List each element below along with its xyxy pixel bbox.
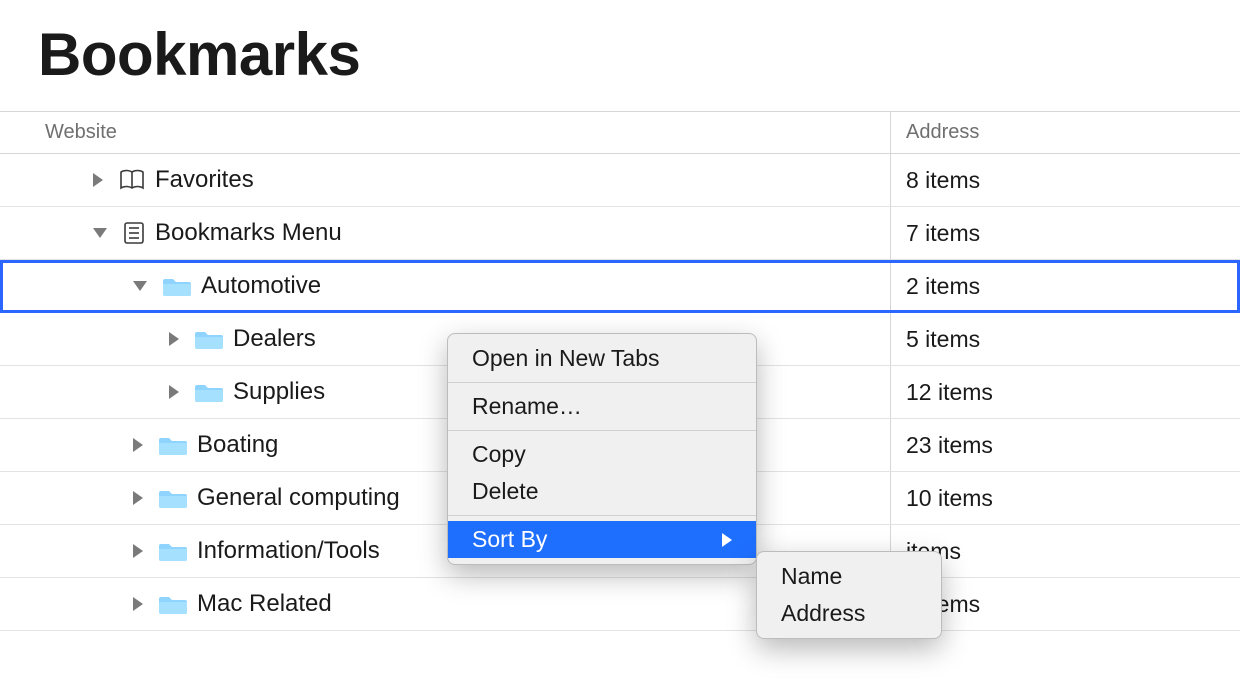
- column-header-address[interactable]: Address: [890, 112, 1240, 153]
- menu-item-label: Copy: [472, 441, 526, 468]
- disclosure-triangle-icon[interactable]: [93, 173, 103, 187]
- disclosure-triangle-icon[interactable]: [169, 385, 179, 399]
- menu-separator: [448, 515, 756, 516]
- folder-icon: [195, 328, 223, 350]
- table-header: Website Address: [0, 112, 1240, 154]
- menu-item[interactable]: Delete: [448, 473, 756, 510]
- book-icon: [119, 169, 145, 191]
- menu-item[interactable]: Copy: [448, 436, 756, 473]
- row-label: General computing: [197, 484, 400, 512]
- disclosure-triangle-icon[interactable]: [133, 491, 143, 505]
- menu-item[interactable]: Rename…: [448, 388, 756, 425]
- folder-icon: [159, 487, 187, 509]
- disclosure-triangle-icon[interactable]: [93, 228, 107, 238]
- row-count: 2 items: [890, 260, 1240, 312]
- column-header-website[interactable]: Website: [0, 112, 890, 153]
- menu-item-label: Delete: [472, 478, 538, 505]
- folder-icon: [163, 275, 191, 297]
- menu-item-label: Address: [781, 600, 865, 627]
- disclosure-triangle-icon[interactable]: [133, 281, 147, 291]
- row-label: Favorites: [155, 166, 254, 194]
- context-menu[interactable]: Open in New Tabs Rename… Copy Delete Sort By: [447, 333, 757, 565]
- table-row[interactable]: Favorites 8 items: [0, 154, 1240, 207]
- menu-item-label: Open in New Tabs: [472, 345, 660, 372]
- menu-separator: [448, 382, 756, 383]
- table-row[interactable]: Bookmarks Menu 7 items: [0, 207, 1240, 260]
- row-count: 10 items: [890, 472, 1240, 524]
- row-count: 7 items: [890, 207, 1240, 259]
- row-label: Boating: [197, 431, 278, 459]
- list-icon: [123, 221, 145, 245]
- context-submenu-sortby[interactable]: Name Address: [756, 551, 942, 639]
- menu-separator: [448, 430, 756, 431]
- disclosure-triangle-icon[interactable]: [133, 597, 143, 611]
- row-count: 23 items: [890, 419, 1240, 471]
- row-count: 5 items: [890, 313, 1240, 365]
- submenu-arrow-icon: [722, 533, 732, 547]
- row-label: Supplies: [233, 378, 325, 406]
- row-label: Automotive: [201, 272, 321, 300]
- page-title: Bookmarks: [38, 20, 1240, 89]
- row-label: Bookmarks Menu: [155, 219, 342, 247]
- menu-item[interactable]: Address: [757, 595, 941, 632]
- row-count: items: [890, 525, 1240, 577]
- row-label: Mac Related: [197, 590, 332, 618]
- menu-item-label: Name: [781, 563, 842, 590]
- disclosure-triangle-icon[interactable]: [133, 544, 143, 558]
- disclosure-triangle-icon[interactable]: [133, 438, 143, 452]
- row-label: Information/Tools: [197, 537, 380, 565]
- folder-icon: [195, 381, 223, 403]
- menu-item[interactable]: Name: [757, 558, 941, 595]
- row-count: 12 items: [890, 366, 1240, 418]
- folder-icon: [159, 434, 187, 456]
- folder-icon: [159, 593, 187, 615]
- row-label: Dealers: [233, 325, 316, 353]
- menu-item[interactable]: Sort By: [448, 521, 756, 558]
- menu-item-label: Sort By: [472, 526, 547, 553]
- menu-item[interactable]: Open in New Tabs: [448, 340, 756, 377]
- row-count: 8 items: [890, 154, 1240, 206]
- disclosure-triangle-icon[interactable]: [169, 332, 179, 346]
- folder-icon: [159, 540, 187, 562]
- table-row[interactable]: Mac Related 6 items: [0, 578, 1240, 631]
- menu-item-label: Rename…: [472, 393, 582, 420]
- table-row[interactable]: Automotive 2 items: [0, 260, 1240, 313]
- row-count: 6 items: [890, 578, 1240, 630]
